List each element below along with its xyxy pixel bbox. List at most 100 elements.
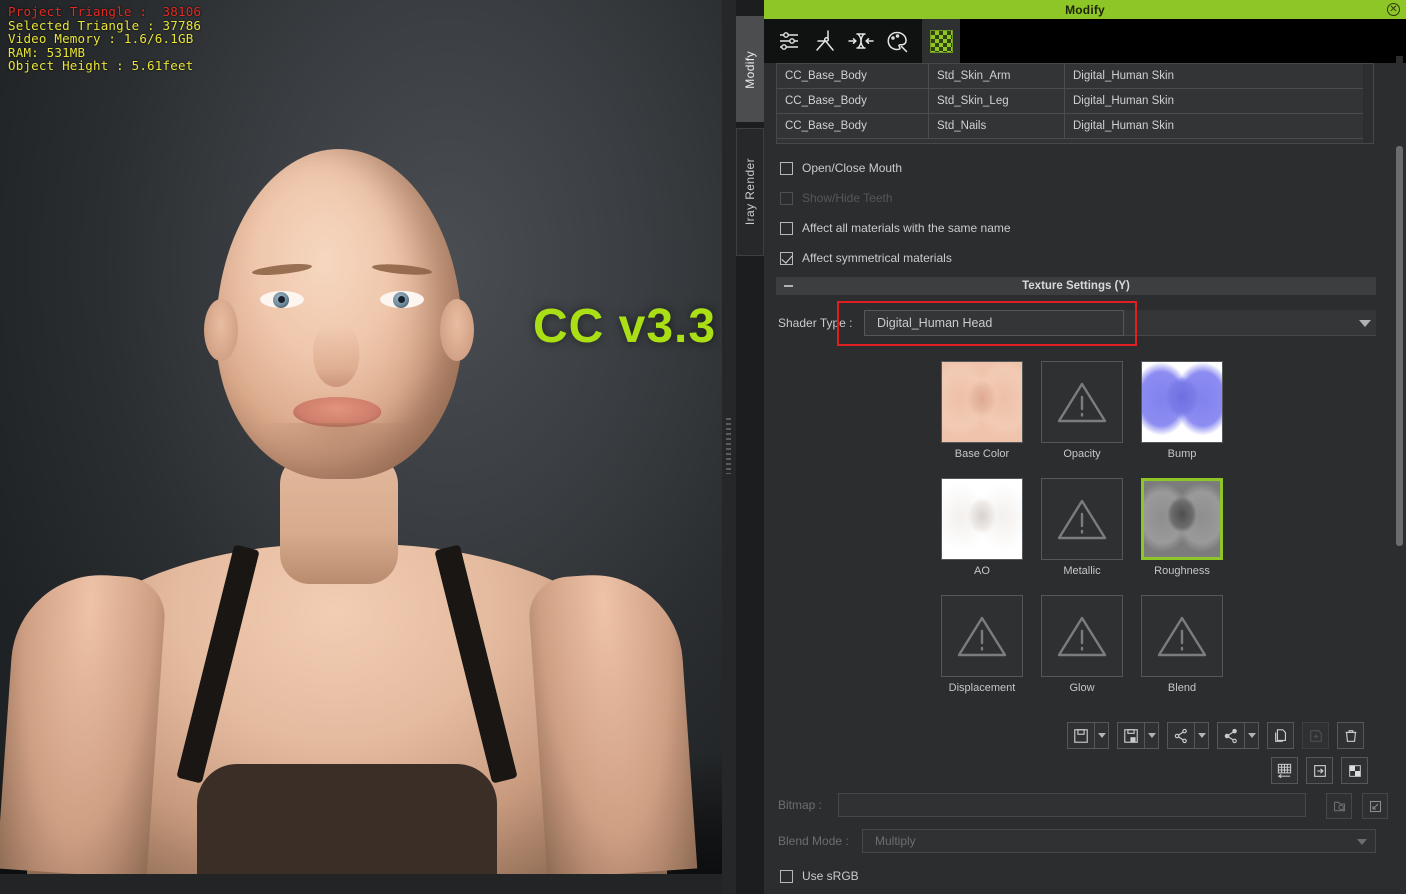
texture-slot-glow[interactable]: Glow — [1041, 595, 1123, 694]
texture-slot-label: Blend — [1167, 682, 1197, 694]
sidebar-tab-iray-render[interactable]: Iray Render — [736, 128, 764, 256]
sidebar-tab-iray-render-label: Iray Render — [743, 158, 757, 226]
toolbar-icon-group — [764, 19, 922, 63]
browse-icon[interactable] — [1326, 793, 1352, 819]
texture-thumbnail[interactable] — [1041, 595, 1123, 677]
shape-icon[interactable] — [848, 28, 874, 54]
shader-type-value[interactable]: Digital_Human Head — [864, 310, 1124, 336]
texture-thumbnail[interactable] — [1041, 361, 1123, 443]
pose-icon[interactable] — [812, 28, 838, 54]
load-icon[interactable] — [1362, 793, 1388, 819]
cell-shader: Digital_Human Skin — [1073, 70, 1174, 82]
texture-settings-title: Texture Settings (Y) — [1022, 280, 1130, 292]
checkbox-box — [780, 191, 793, 205]
delete-button[interactable] — [1337, 722, 1364, 749]
share-all-caret-icon[interactable] — [1244, 722, 1259, 749]
table-row[interactable]: CC_Base_Body Std_Skin_Arm Digital_Human … — [777, 64, 1373, 89]
material-table[interactable]: CC_Base_Body Std_Skin_Arm Digital_Human … — [776, 63, 1374, 144]
texture-slot-ao[interactable]: AO — [941, 478, 1023, 577]
texture-thumbnail[interactable] — [941, 595, 1023, 677]
texture-slot-grid: Base Color Opacity Bump AO Metallic Roug… — [941, 361, 1231, 712]
material-table-scrollbar[interactable] — [1363, 64, 1373, 143]
save-as-caret-icon[interactable] — [1144, 722, 1159, 749]
checkbox-show-hide-teeth: Show/Hide Teeth — [780, 191, 893, 205]
character-garment — [196, 764, 497, 874]
character-pupil-left — [278, 296, 286, 303]
character-nose — [313, 325, 360, 387]
chevron-down-icon — [1357, 839, 1367, 845]
checkbox-box[interactable] — [780, 221, 793, 235]
share-caret-icon[interactable] — [1194, 722, 1209, 749]
share-button[interactable] — [1167, 722, 1194, 749]
minus-icon[interactable] — [784, 285, 793, 287]
checkbox-open-close-mouth[interactable]: Open/Close Mouth — [780, 161, 902, 175]
checker-button[interactable] — [1341, 757, 1368, 784]
blend-mode-label: Blend Mode : — [778, 834, 849, 848]
texture-thumbnail[interactable] — [1041, 478, 1123, 560]
checkbox-box[interactable] — [780, 869, 793, 883]
cell-material: Std_Skin_Leg — [929, 89, 1065, 113]
checkbox-use-srgb[interactable]: Use sRGB — [780, 869, 859, 883]
texture-thumbnail[interactable] — [1141, 361, 1223, 443]
texture-thumbnail[interactable] — [941, 361, 1023, 443]
cell-object: CC_Base_Body — [777, 64, 929, 88]
save-as-button[interactable] — [1117, 722, 1144, 749]
sidebar-tab-modify[interactable]: Modify — [736, 16, 764, 122]
texture-row-2: AO Metallic Roughness — [941, 478, 1231, 577]
checkbox-label: Affect symmetrical materials — [802, 251, 952, 265]
checkbox-affect-symmetrical-materials[interactable]: Affect symmetrical materials — [780, 251, 952, 265]
splitter-grip-icon[interactable] — [726, 418, 731, 474]
texture-slot-bump[interactable]: Bump — [1141, 361, 1223, 460]
copy-button[interactable] — [1267, 722, 1294, 749]
close-icon[interactable]: ✕ — [1387, 3, 1400, 16]
vertical-tab-strip: Modify Iray Render — [736, 16, 764, 876]
character-strap-left — [175, 544, 260, 784]
material-checker-tab[interactable] — [922, 19, 960, 63]
3d-viewport[interactable]: Project Triangle : 38106 Selected Triang… — [0, 0, 722, 874]
table-row[interactable]: CC_Base_Body Std_Skin_Leg Digital_Human … — [777, 89, 1373, 114]
palette-icon[interactable] — [884, 28, 910, 54]
table-row[interactable]: CC_Base_Body Std_Nails Digital_Human Ski… — [777, 114, 1373, 139]
stat-object-height: Object Height : 5.61feet — [8, 58, 194, 74]
import-button[interactable] — [1306, 757, 1333, 784]
texture-slot-metallic[interactable]: Metallic — [1041, 478, 1123, 577]
viewport-bottom-strip — [0, 874, 722, 894]
uv-grid-button[interactable] — [1271, 757, 1298, 784]
checkbox-label: Use sRGB — [802, 869, 859, 883]
save-as-button-group — [1117, 722, 1159, 749]
checkbox-box[interactable] — [780, 161, 793, 175]
save-caret-icon[interactable] — [1094, 722, 1109, 749]
character-brow-left — [252, 261, 313, 278]
sliders-icon[interactable] — [776, 28, 802, 54]
cell-material: Std_Skin_Arm — [929, 64, 1065, 88]
panel-splitter[interactable] — [722, 0, 736, 894]
share-all-button[interactable] — [1217, 722, 1244, 749]
character-ear-left — [204, 299, 239, 361]
panel-scrollbar[interactable] — [1396, 56, 1403, 874]
checkbox-label: Show/Hide Teeth — [802, 191, 893, 205]
panel-scrollbar-thumb[interactable] — [1396, 146, 1403, 546]
texture-slot-opacity[interactable]: Opacity — [1041, 361, 1123, 460]
character-brow-right — [372, 262, 433, 277]
sidebar-tab-modify-label: Modify — [743, 50, 757, 89]
checkbox-box[interactable] — [780, 251, 793, 265]
texture-slot-roughness[interactable]: Roughness — [1141, 478, 1223, 577]
texture-thumbnail-selected[interactable] — [1141, 478, 1223, 560]
save-button[interactable] — [1067, 722, 1094, 749]
chevron-down-icon[interactable] — [1359, 320, 1371, 327]
warning-icon — [1042, 362, 1122, 442]
share-all-button-group — [1217, 722, 1259, 749]
texture-slot-displacement[interactable]: Displacement — [941, 595, 1023, 694]
checkbox-affect-all-materials[interactable]: Affect all materials with the same name — [780, 221, 1011, 235]
bitmap-input[interactable] — [838, 793, 1306, 817]
character-jaw-shading — [260, 423, 419, 483]
texture-slot-base-color[interactable]: Base Color — [941, 361, 1023, 460]
blend-mode-dropdown: Multiply — [862, 829, 1376, 853]
character-shoulder-right — [526, 569, 697, 874]
texture-thumbnail[interactable] — [1141, 595, 1223, 677]
texture-thumbnail[interactable] — [941, 478, 1023, 560]
texture-slot-blend[interactable]: Blend — [1141, 595, 1223, 694]
texture-row-3: Displacement Glow Blend — [941, 595, 1231, 694]
toolbar-empty-area — [960, 19, 1406, 63]
texture-settings-header[interactable]: Texture Settings (Y) — [776, 277, 1376, 295]
